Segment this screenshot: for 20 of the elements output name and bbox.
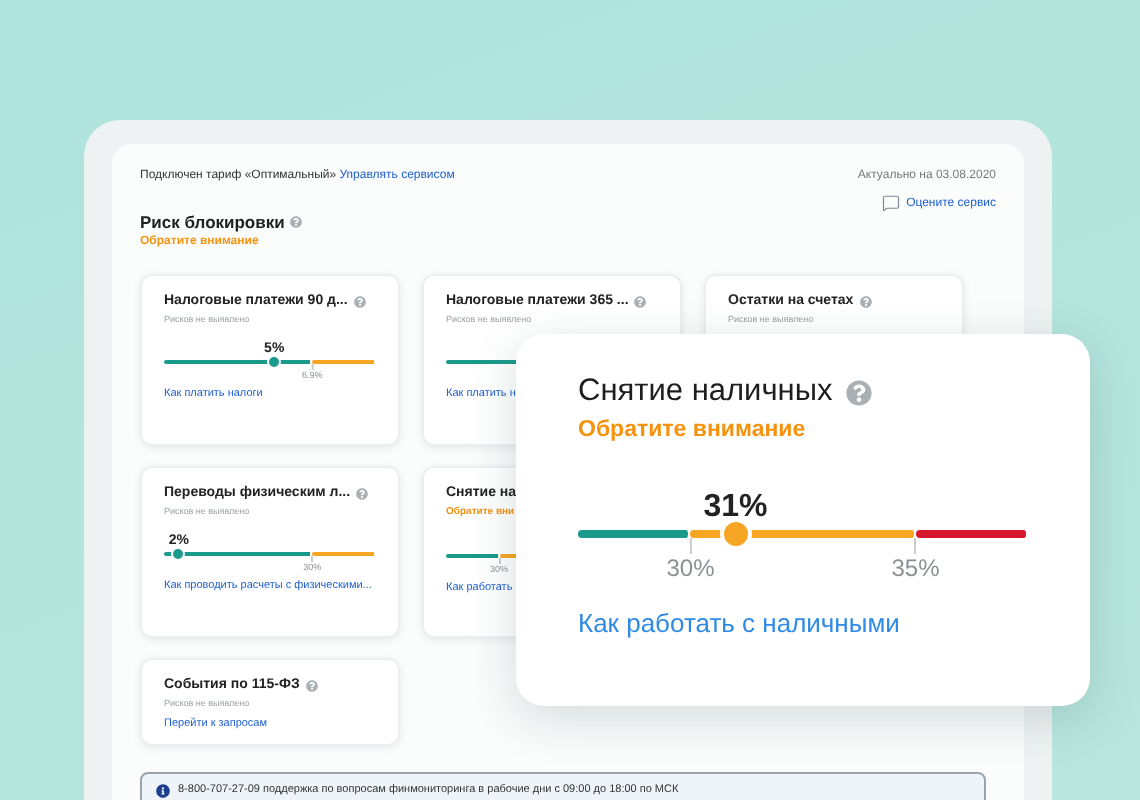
help-icon[interactable] bbox=[290, 216, 303, 228]
tick-mark bbox=[311, 364, 314, 370]
help-icon[interactable] bbox=[353, 295, 366, 307]
tick-mark bbox=[914, 538, 917, 554]
help-icon[interactable] bbox=[859, 295, 872, 307]
tick-mark bbox=[311, 556, 314, 562]
tick-label: 30% bbox=[666, 554, 715, 582]
comment-icon[interactable] bbox=[882, 194, 901, 212]
help-icon[interactable] bbox=[305, 679, 318, 691]
percent-value: 31% bbox=[703, 490, 768, 526]
tick-mark bbox=[689, 538, 692, 554]
info-icon bbox=[156, 784, 170, 798]
popup-status: Обратите внимание bbox=[578, 418, 808, 442]
popup-link[interactable]: Как работать с наличными bbox=[578, 608, 900, 638]
help-icon[interactable] bbox=[634, 295, 647, 307]
help-icon[interactable] bbox=[846, 379, 873, 405]
help-icon[interactable] bbox=[356, 487, 369, 499]
section-title: Риск блокировки bbox=[140, 212, 285, 232]
tick-label: 35% bbox=[891, 554, 940, 582]
popup-title: Снятие наличных bbox=[578, 374, 833, 410]
